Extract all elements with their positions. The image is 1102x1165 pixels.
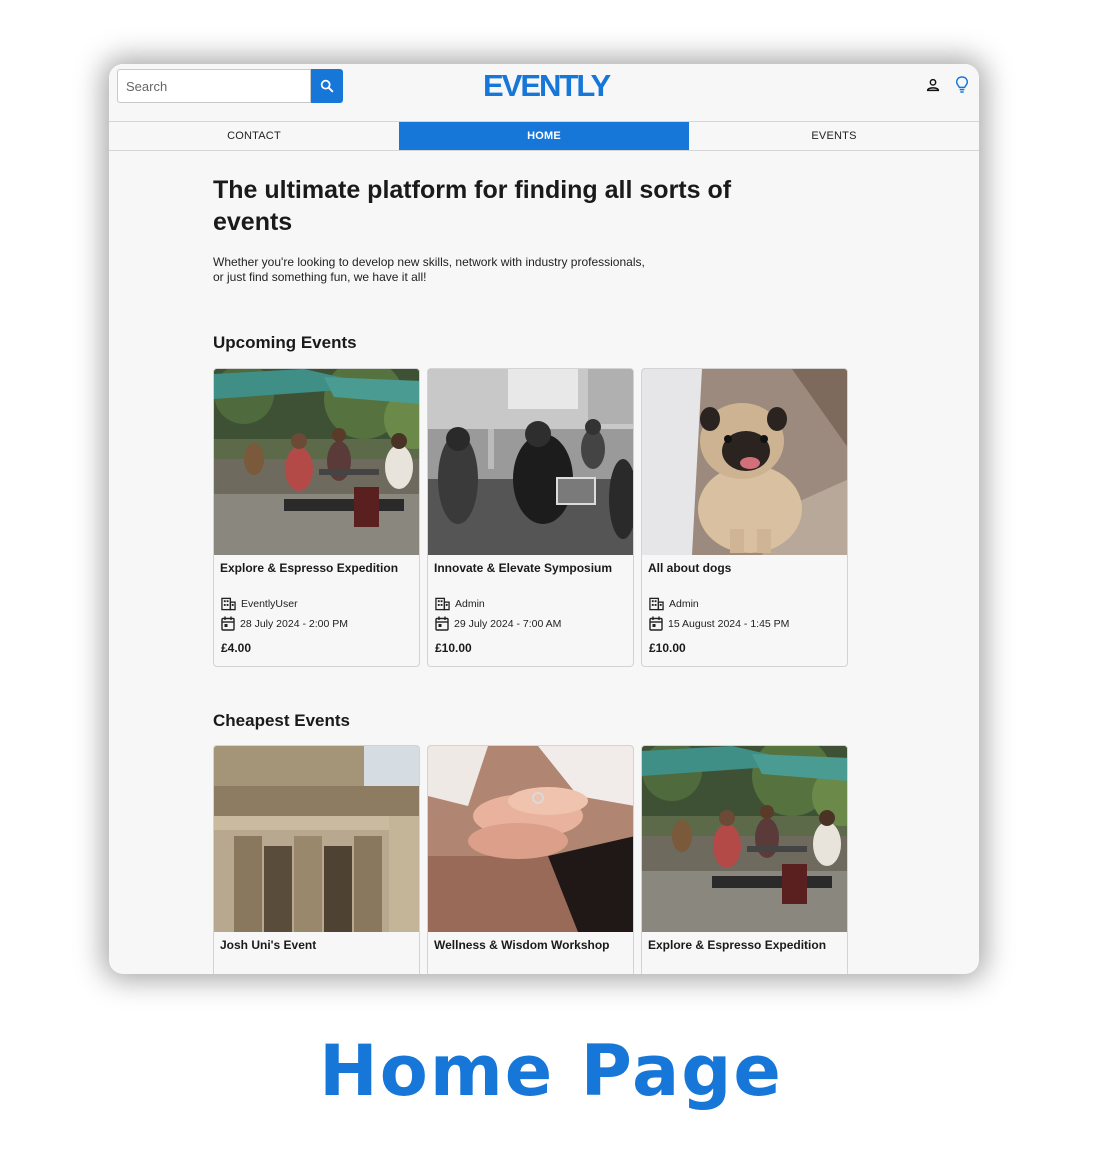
- event-organizer: EventlyUser: [221, 597, 298, 611]
- header: EVENTLY: [109, 64, 979, 122]
- app-window: EVENTLY CONTACT HOME EVENTS The ultimate…: [109, 64, 979, 974]
- event-date: 28 July 2024 - 2:00 PM: [221, 616, 348, 631]
- calendar-icon: [649, 616, 663, 631]
- date-text: 29 July 2024 - 7:00 AM: [454, 617, 562, 630]
- event-title: Innovate & Elevate Symposium: [434, 561, 613, 575]
- hero-subtitle-line: Whether you're looking to develop new sk…: [213, 255, 645, 269]
- lightbulb-icon: [955, 76, 969, 93]
- event-title: Josh Uni's Event: [220, 938, 317, 952]
- event-title: Explore & Espresso Expedition: [220, 561, 399, 575]
- event-image: [428, 369, 633, 555]
- upcoming-events-list: Explore & Espresso Expedition EventlyUse…: [213, 368, 848, 667]
- event-card[interactable]: All about dogs Admin 15 August 2024 - 1:…: [641, 368, 848, 667]
- organizer-name: Admin: [669, 598, 699, 610]
- page-caption: Home Page: [319, 1030, 783, 1112]
- event-organizer: Admin: [649, 597, 699, 611]
- date-text: 28 July 2024 - 2:00 PM: [240, 617, 348, 630]
- building-icon: [221, 597, 236, 611]
- hero-subtitle-line: or just find something fun, we have it a…: [213, 270, 427, 284]
- organizer-name: Admin: [455, 598, 485, 610]
- cheapest-events-heading: Cheapest Events: [213, 711, 350, 730]
- event-organizer: Admin: [435, 597, 485, 611]
- event-price: £10.00: [649, 641, 686, 655]
- tab-events[interactable]: EVENTS: [689, 122, 979, 150]
- event-title: All about dogs: [648, 561, 732, 575]
- search-input[interactable]: [117, 69, 311, 103]
- event-image: [642, 369, 847, 555]
- event-card[interactable]: Explore & Espresso Expedition EventlyUse…: [213, 368, 420, 667]
- theme-toggle-button[interactable]: [952, 74, 972, 96]
- account-button[interactable]: [923, 75, 943, 95]
- event-image: [642, 746, 847, 932]
- event-card[interactable]: Innovate & Elevate Symposium Admin 29 Ju…: [427, 368, 634, 667]
- main-nav: CONTACT HOME EVENTS: [109, 121, 979, 151]
- building-icon: [649, 597, 664, 611]
- tab-home[interactable]: HOME: [399, 122, 689, 150]
- user-icon: [926, 78, 940, 92]
- event-image: [428, 746, 633, 932]
- search-icon: [320, 79, 334, 93]
- upcoming-events-heading: Upcoming Events: [213, 333, 357, 352]
- event-card[interactable]: Explore & Espresso Expedition: [641, 745, 848, 974]
- event-title: Explore & Espresso Expedition: [648, 938, 827, 952]
- calendar-icon: [435, 616, 449, 631]
- logo[interactable]: EVENTLY: [483, 70, 611, 102]
- event-date: 15 August 2024 - 1:45 PM: [649, 616, 789, 631]
- event-image: [214, 369, 419, 555]
- search-button[interactable]: [311, 69, 343, 103]
- date-text: 15 August 2024 - 1:45 PM: [668, 617, 790, 630]
- event-card[interactable]: Josh Uni's Event: [213, 745, 420, 974]
- organizer-name: EventlyUser: [241, 598, 298, 610]
- event-title: Wellness & Wisdom Workshop: [434, 938, 610, 952]
- tab-contact[interactable]: CONTACT: [109, 122, 399, 150]
- event-price: £10.00: [435, 641, 472, 655]
- cheapest-events-list: Josh Uni's Event Wellness & Wisdom Works…: [213, 745, 848, 974]
- event-card[interactable]: Wellness & Wisdom Workshop: [427, 745, 634, 974]
- event-price: £4.00: [221, 641, 252, 655]
- event-image: [214, 746, 419, 932]
- building-icon: [435, 597, 450, 611]
- hero-subtitle: Whether you're looking to develop new sk…: [213, 255, 673, 285]
- page-title: The ultimate platform for finding all so…: [213, 176, 732, 236]
- calendar-icon: [221, 616, 235, 631]
- event-date: 29 July 2024 - 7:00 AM: [435, 616, 561, 631]
